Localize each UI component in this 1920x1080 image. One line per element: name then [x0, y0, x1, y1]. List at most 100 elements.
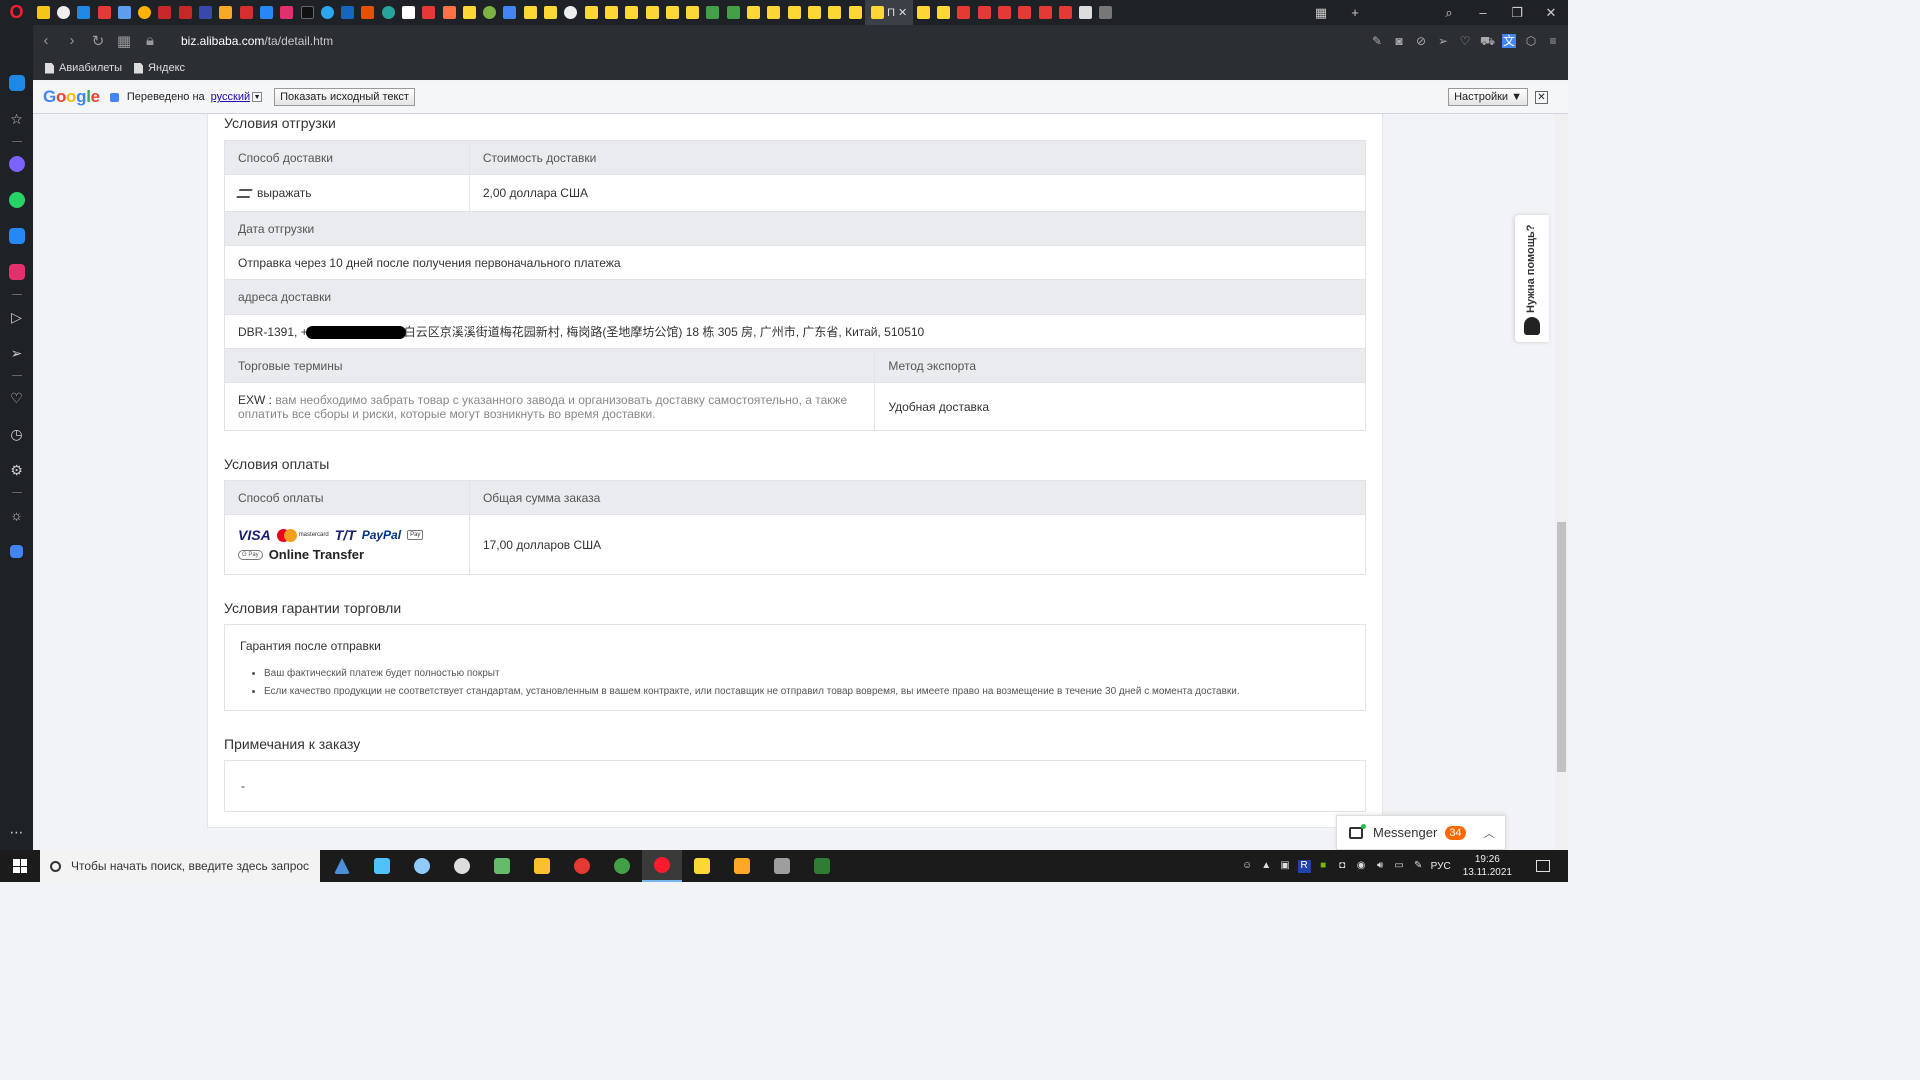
translate-icon[interactable]: 文: [1502, 33, 1516, 48]
nvidia-icon[interactable]: ■: [1317, 860, 1330, 873]
tab[interactable]: [622, 0, 642, 25]
tab[interactable]: [459, 0, 479, 25]
tab[interactable]: [114, 0, 134, 25]
cart-icon[interactable]: ⛟: [1480, 34, 1495, 48]
tab[interactable]: [500, 0, 520, 25]
taskbar-app[interactable]: [682, 850, 722, 882]
tab[interactable]: [1096, 0, 1116, 25]
player-icon[interactable]: ▷: [0, 299, 33, 335]
tab[interactable]: [277, 0, 297, 25]
instagram-icon[interactable]: [0, 254, 33, 290]
tab[interactable]: [419, 0, 439, 25]
tab[interactable]: [195, 0, 215, 25]
excel-icon[interactable]: [802, 850, 842, 882]
whatsapp-icon[interactable]: [0, 182, 33, 218]
star-icon[interactable]: ☆: [0, 101, 33, 137]
volume-icon[interactable]: 🔊︎: [1374, 860, 1387, 873]
tab[interactable]: [743, 0, 763, 25]
tab[interactable]: [175, 0, 195, 25]
tab[interactable]: [540, 0, 560, 25]
tab[interactable]: [155, 0, 175, 25]
tab[interactable]: [297, 0, 317, 25]
block-icon[interactable]: ⊘: [1414, 34, 1428, 48]
minimize-icon[interactable]: –: [1466, 5, 1500, 20]
chevron-up-icon[interactable]: ︿: [1484, 825, 1495, 841]
tab[interactable]: [337, 0, 357, 25]
tab[interactable]: [1035, 0, 1055, 25]
yandex-icon[interactable]: [562, 850, 602, 882]
messenger-icon[interactable]: [0, 146, 33, 182]
reload-icon[interactable]: ↻: [85, 32, 111, 50]
explorer-icon[interactable]: [522, 850, 562, 882]
history-icon[interactable]: ◷: [0, 416, 33, 452]
tab[interactable]: [642, 0, 662, 25]
close-window-icon[interactable]: ✕: [1534, 5, 1568, 21]
tab[interactable]: [994, 0, 1014, 25]
tab[interactable]: [561, 0, 581, 25]
close-icon[interactable]: ✕: [1535, 91, 1548, 104]
send-icon[interactable]: ➢: [1436, 34, 1450, 48]
tab[interactable]: [134, 0, 154, 25]
tab[interactable]: [378, 0, 398, 25]
show-original-button[interactable]: Показать исходный текст: [274, 88, 415, 106]
tab[interactable]: [1015, 0, 1035, 25]
start-button[interactable]: [0, 850, 40, 882]
menu-icon[interactable]: ≡: [1546, 34, 1560, 48]
tab[interactable]: [236, 0, 256, 25]
tab[interactable]: [723, 0, 743, 25]
clock[interactable]: 19:26 13.11.2021: [1463, 853, 1512, 879]
tab[interactable]: [94, 0, 114, 25]
tab[interactable]: [358, 0, 378, 25]
taskbar-app[interactable]: [722, 850, 762, 882]
tray-icon[interactable]: ◘: [1336, 860, 1349, 873]
tab[interactable]: [845, 0, 865, 25]
opera-icon[interactable]: [642, 850, 682, 882]
tray-icon[interactable]: ◉: [1355, 860, 1368, 873]
tray-icon[interactable]: ▣: [1279, 860, 1292, 873]
forward-icon[interactable]: ›: [59, 32, 85, 49]
tab[interactable]: [520, 0, 540, 25]
close-tab-icon[interactable]: ✕: [898, 6, 907, 19]
flow-icon[interactable]: ➢: [0, 335, 33, 371]
tab[interactable]: [1076, 0, 1096, 25]
tray-icon[interactable]: ▲: [1260, 860, 1273, 873]
restore-icon[interactable]: ❐: [1500, 5, 1534, 21]
tab[interactable]: [480, 0, 500, 25]
language-select[interactable]: русский: [211, 91, 250, 103]
vk-icon[interactable]: [0, 218, 33, 254]
tab[interactable]: [683, 0, 703, 25]
tab[interactable]: [913, 0, 933, 25]
taskbar-app[interactable]: [482, 850, 522, 882]
messenger-widget[interactable]: Messenger 34 ︿: [1336, 815, 1506, 850]
edit-icon[interactable]: ✎: [1370, 34, 1384, 48]
chevron-down-icon[interactable]: ▼: [252, 92, 263, 102]
tab[interactable]: [1055, 0, 1075, 25]
heart-icon[interactable]: ♡: [0, 380, 33, 416]
tab[interactable]: [53, 0, 73, 25]
bookmark-item[interactable]: Авиабилеты: [45, 62, 122, 74]
tab-active[interactable]: П ✕: [865, 0, 914, 25]
url-field[interactable]: biz.alibaba.com/ta/detail.htm: [181, 34, 333, 48]
tab[interactable]: [662, 0, 682, 25]
page-scrollbar[interactable]: [1555, 114, 1568, 850]
more-icon[interactable]: ⋯: [0, 814, 33, 850]
taskbar-app[interactable]: [322, 850, 362, 882]
bulb-icon[interactable]: ☼: [0, 497, 33, 533]
people-icon[interactable]: ☺: [1241, 860, 1254, 873]
settings-icon[interactable]: ⚙: [0, 452, 33, 488]
translate-settings-button[interactable]: Настройки ▼: [1448, 88, 1528, 106]
pen-icon[interactable]: ✎: [1412, 860, 1425, 873]
taskbar-app[interactable]: [362, 850, 402, 882]
tab[interactable]: [317, 0, 337, 25]
chrome-icon[interactable]: [602, 850, 642, 882]
tab[interactable]: [74, 0, 94, 25]
translate-icon[interactable]: [0, 533, 33, 569]
tab[interactable]: [804, 0, 824, 25]
tab[interactable]: [954, 0, 974, 25]
tab[interactable]: [398, 0, 418, 25]
notifications-icon[interactable]: [1536, 860, 1550, 872]
tray-icon[interactable]: R: [1297, 859, 1311, 873]
help-tab[interactable]: Нужна помощь?: [1515, 215, 1549, 342]
heart-icon[interactable]: ♡: [1458, 34, 1472, 48]
tab[interactable]: [439, 0, 459, 25]
